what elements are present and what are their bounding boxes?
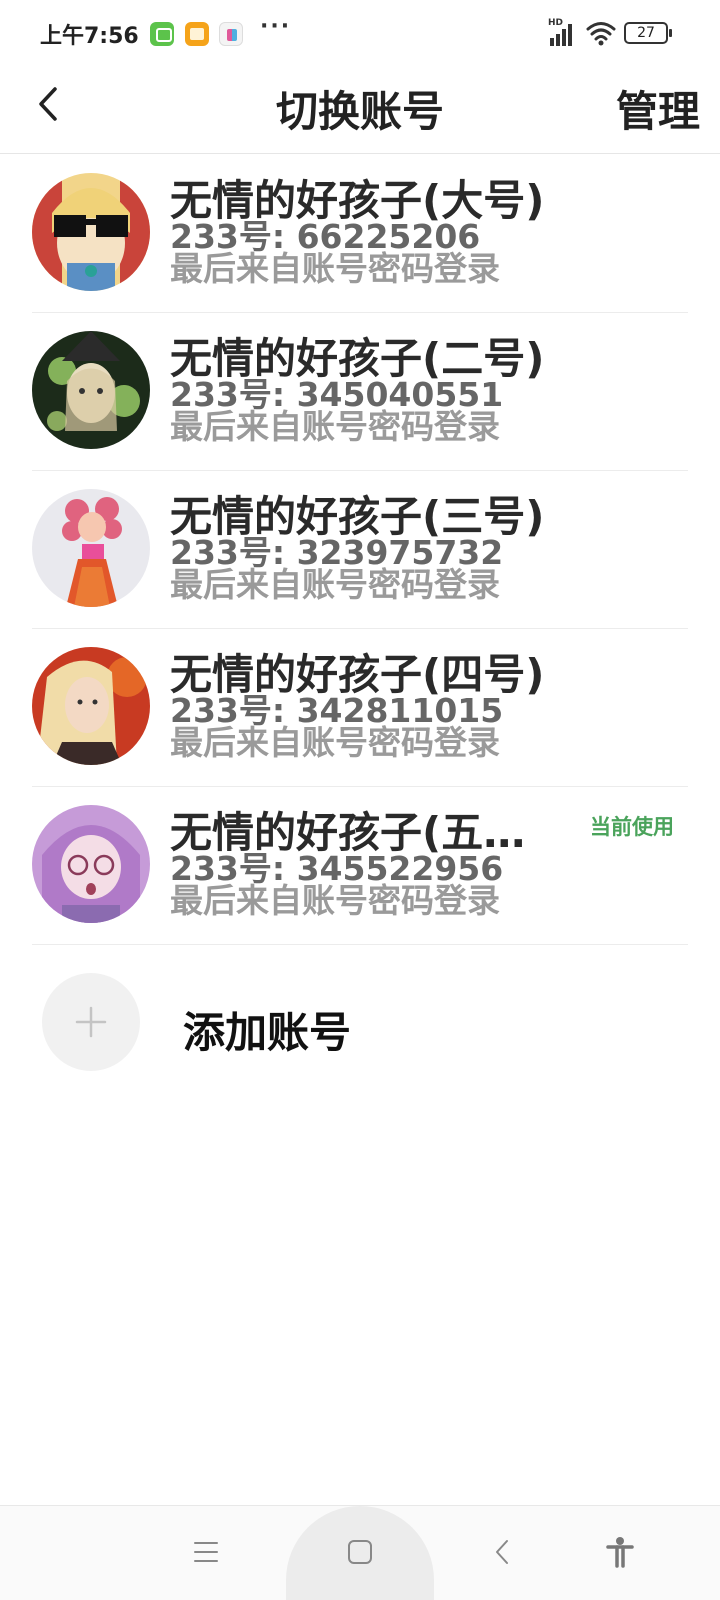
network-label: HD <box>548 18 564 28</box>
home-square-icon <box>348 1540 372 1564</box>
account-login-method: 最后来自账号密码登录 <box>170 565 500 604</box>
avatar <box>32 173 150 291</box>
account-item[interactable]: 无情的好孩子(五… 当前使用 233号: 345522956 最后来自账号密码登… <box>0 787 720 945</box>
account-login-method: 最后来自账号密码登录 <box>170 881 500 920</box>
account-login-method: 最后来自账号密码登录 <box>170 249 500 288</box>
battery-level: 27 <box>637 25 655 41</box>
current-account-badge: 当前使用 <box>590 815 674 839</box>
app-notification-icon <box>185 22 209 46</box>
avatar <box>32 805 150 923</box>
add-account-button[interactable]: 添加账号 <box>0 965 720 1085</box>
manage-button[interactable]: 管理 <box>616 78 700 139</box>
account-item[interactable]: 无情的好孩子(三号) 233号: 323975732 最后来自账号密码登录 <box>0 471 720 629</box>
add-account-circle[interactable] <box>42 973 140 1071</box>
nav-home-button[interactable] <box>340 1532 380 1572</box>
system-nav-bar <box>0 1505 720 1600</box>
account-login-method: 最后来自账号密码登录 <box>170 723 500 762</box>
menu-icon <box>194 1542 218 1562</box>
app-notification-icon <box>150 22 174 46</box>
back-triangle-icon <box>496 1540 508 1564</box>
status-time: 上午7:56 <box>40 24 139 49</box>
status-bar: 上午7:56 ··· HD 27 <box>0 0 720 70</box>
avatar <box>32 331 150 449</box>
signal-icon: HD <box>548 18 576 46</box>
wifi-icon <box>586 22 616 46</box>
accessibility-icon <box>606 1537 634 1568</box>
more-notifications-icon: ··· <box>260 14 292 39</box>
account-list: 无情的好孩子(大号) 233号: 66225206 最后来自账号密码登录 无情的… <box>0 155 720 945</box>
avatar <box>32 647 150 765</box>
nav-menu-button[interactable] <box>186 1532 226 1572</box>
account-item[interactable]: 无情的好孩子(二号) 233号: 345040551 最后来自账号密码登录 <box>0 313 720 471</box>
page-title: 切换账号 <box>275 87 444 136</box>
nav-accessibility-button[interactable] <box>600 1532 640 1572</box>
header: 切换账号 管理 <box>0 70 720 154</box>
avatar <box>32 489 150 607</box>
account-login-method: 最后来自账号密码登录 <box>170 407 500 446</box>
battery-icon: 27 <box>624 22 672 44</box>
account-item[interactable]: 无情的好孩子(四号) 233号: 342811015 最后来自账号密码登录 <box>0 629 720 787</box>
app-notification-icon <box>219 22 243 46</box>
add-account-label: 添加账号 <box>183 1008 352 1057</box>
account-item[interactable]: 无情的好孩子(大号) 233号: 66225206 最后来自账号密码登录 <box>0 155 720 313</box>
plus-icon <box>75 1006 107 1038</box>
nav-back-button[interactable] <box>482 1532 522 1572</box>
